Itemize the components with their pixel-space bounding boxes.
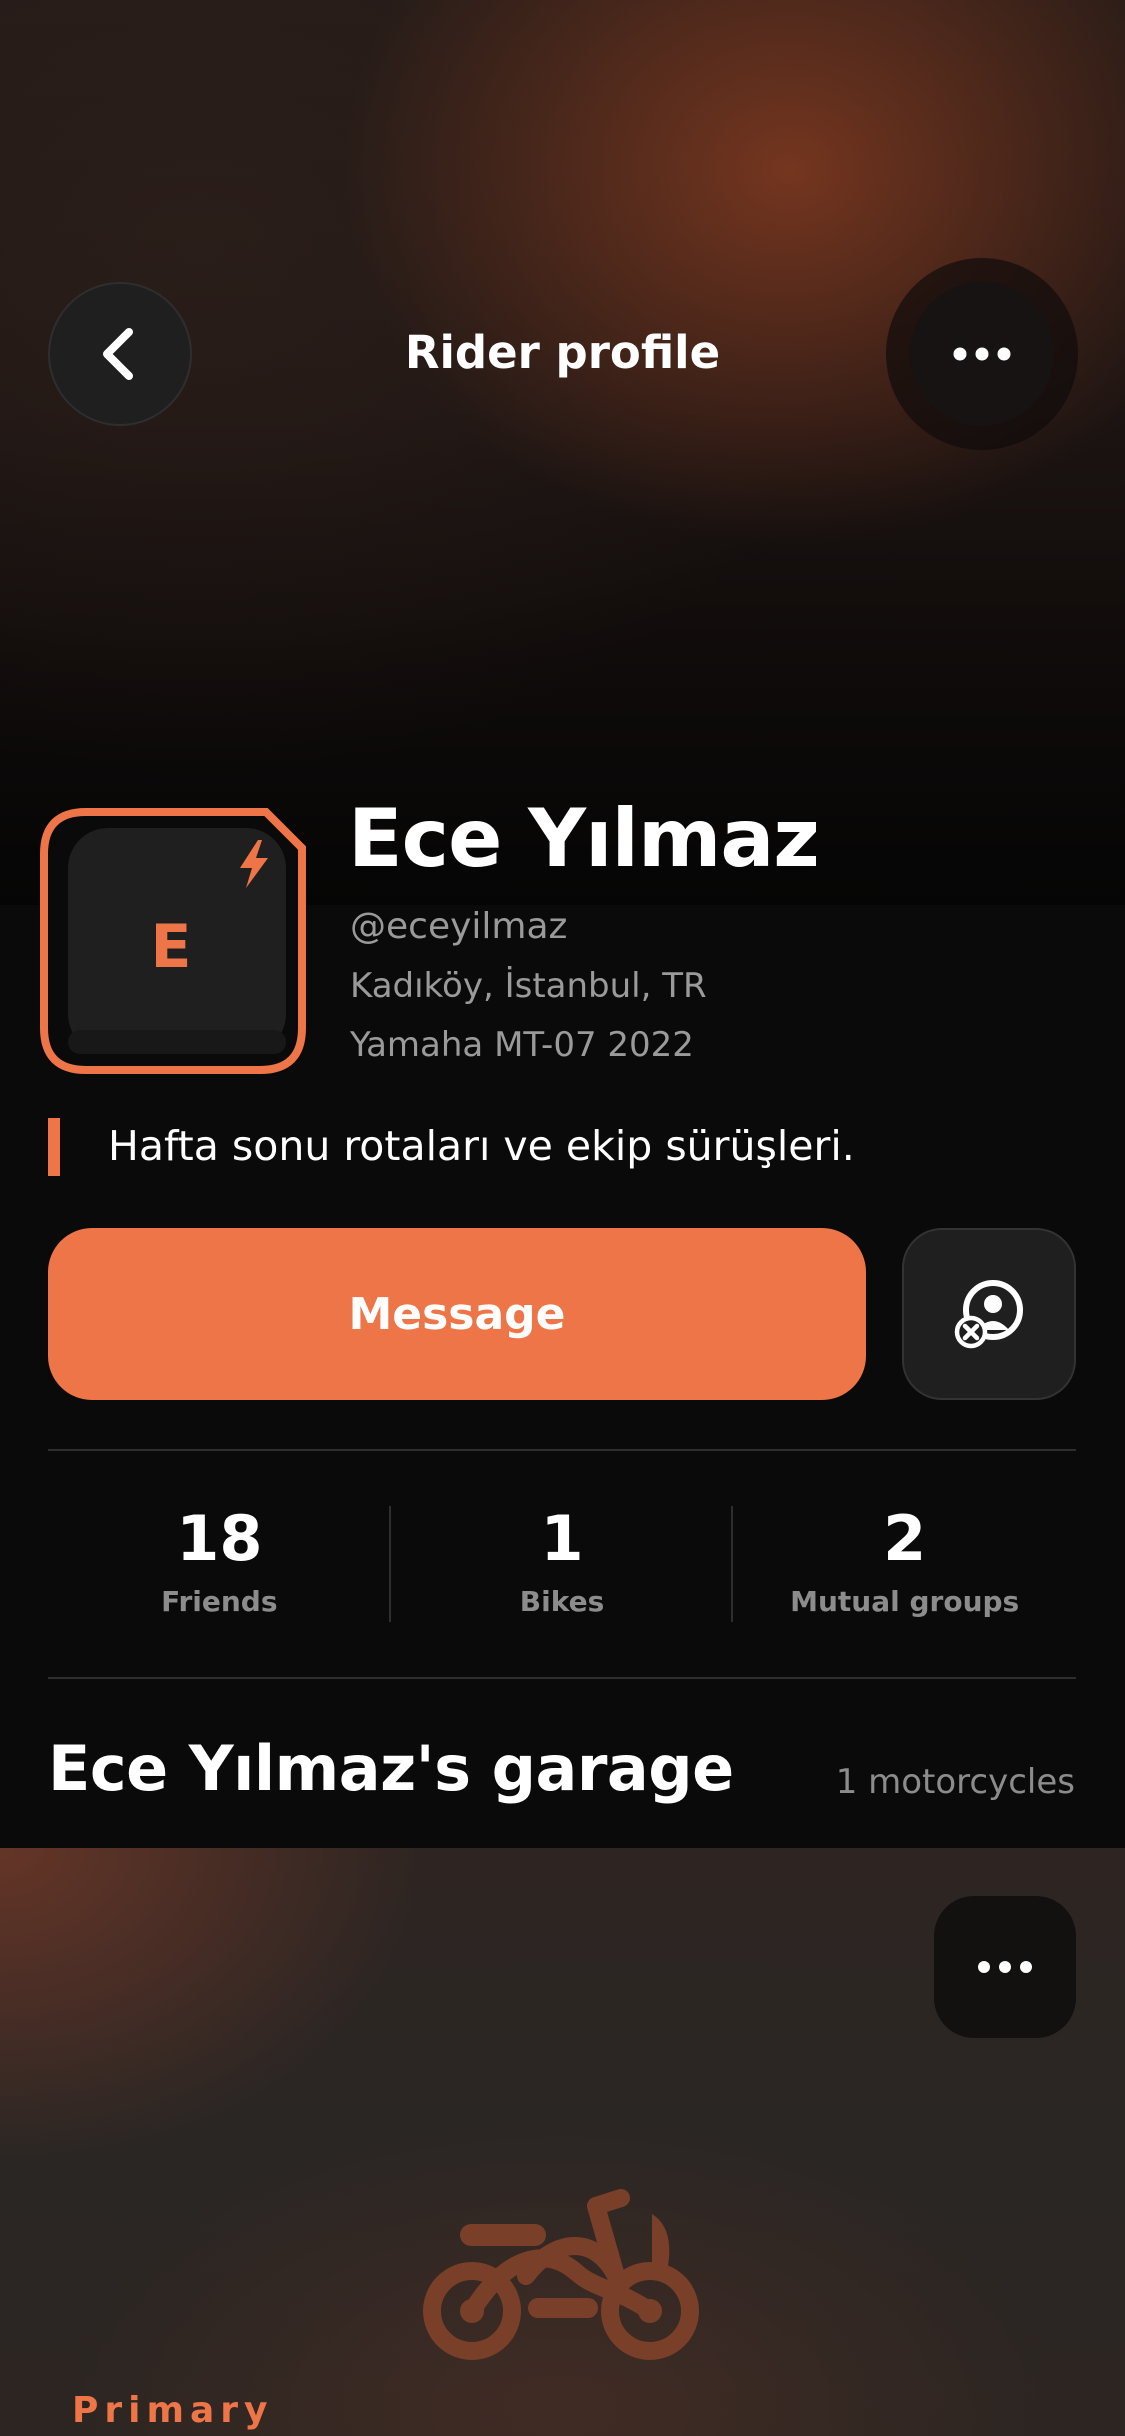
remove-friend-icon — [954, 1280, 1023, 1349]
divider — [48, 1677, 1076, 1679]
avatar[interactable]: E — [40, 808, 306, 1074]
profile-location: Kadıköy, İstanbul, TR — [350, 966, 707, 1006]
bio-accent-bar — [48, 1118, 60, 1176]
profile-name: Ece Yılmaz — [348, 792, 820, 885]
profile-hero-background — [0, 0, 1125, 905]
garage-count: 1 motorcycles — [835, 1762, 1075, 1802]
profile-handle: @eceyilmaz — [350, 906, 568, 947]
stat-bikes[interactable]: 1 Bikes — [391, 1450, 734, 1678]
stat-friends-label: Friends — [161, 1585, 278, 1618]
more-options-button-inner — [910, 282, 1054, 426]
stat-friends-value: 18 — [176, 1502, 263, 1575]
message-button[interactable]: Message — [48, 1228, 866, 1400]
more-horizontal-icon — [978, 1961, 1032, 1973]
more-options-button[interactable] — [886, 258, 1078, 450]
bike-card-more-button[interactable] — [934, 1896, 1076, 2038]
bike-card[interactable]: Primary — [0, 1848, 1125, 2436]
motorcycle-icon — [423, 2189, 699, 2360]
avatar-initial: E — [150, 912, 192, 982]
stats-row: 18 Friends 1 Bikes 2 Mutual groups — [48, 1450, 1076, 1678]
stat-mutual-groups[interactable]: 2 Mutual groups — [733, 1450, 1076, 1678]
garage-title: Ece Yılmaz's garage — [48, 1732, 734, 1805]
stat-bikes-value: 1 — [540, 1502, 584, 1575]
stat-mutual-groups-label: Mutual groups — [790, 1585, 1020, 1618]
message-button-label: Message — [348, 1288, 566, 1340]
primary-badge: Primary — [72, 2390, 274, 2431]
profile-bio: Hafta sonu rotaları ve ekip sürüşleri. — [108, 1122, 855, 1170]
remove-friend-button[interactable] — [902, 1228, 1076, 1400]
stat-mutual-groups-value: 2 — [883, 1502, 927, 1575]
profile-bike: Yamaha MT-07 2022 — [350, 1025, 694, 1065]
more-horizontal-icon — [953, 347, 1011, 361]
stat-friends[interactable]: 18 Friends — [48, 1450, 391, 1678]
stat-bikes-label: Bikes — [519, 1585, 605, 1618]
